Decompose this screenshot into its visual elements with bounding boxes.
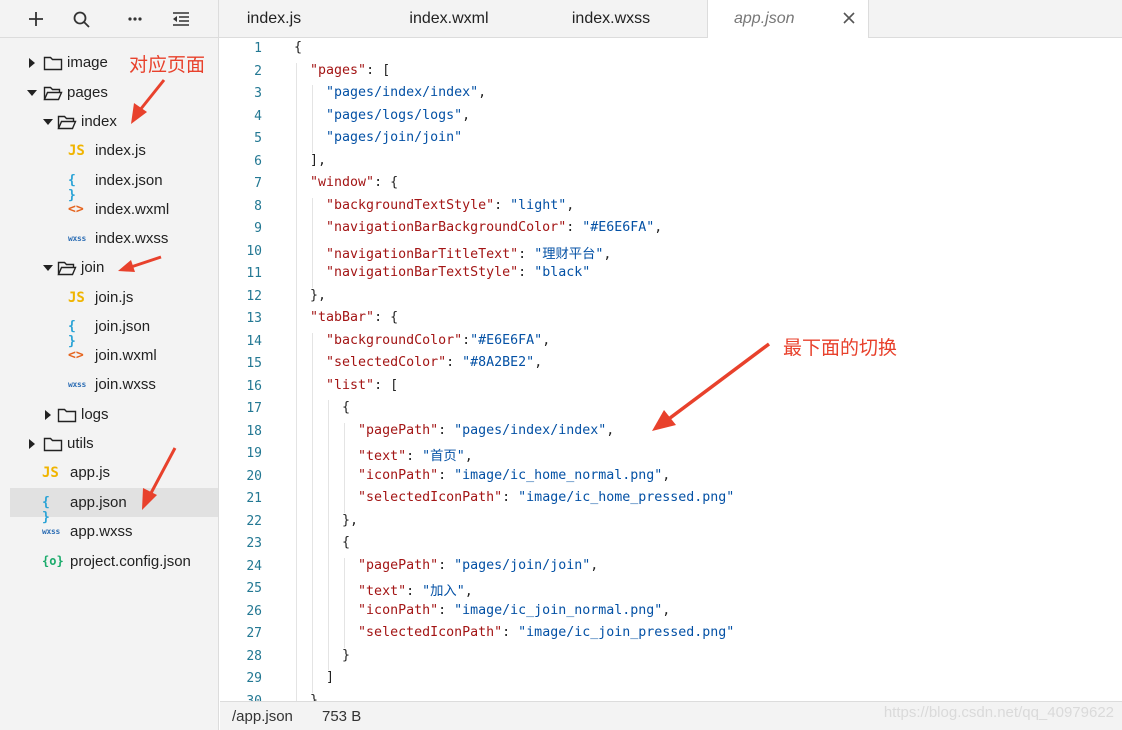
arrow-to-join bbox=[118, 255, 162, 272]
annotation-arrows bbox=[118, 79, 771, 510]
arrow-to-index bbox=[131, 79, 166, 124]
arrow-to-list bbox=[652, 342, 771, 431]
arrow-to-app-json bbox=[142, 447, 177, 510]
